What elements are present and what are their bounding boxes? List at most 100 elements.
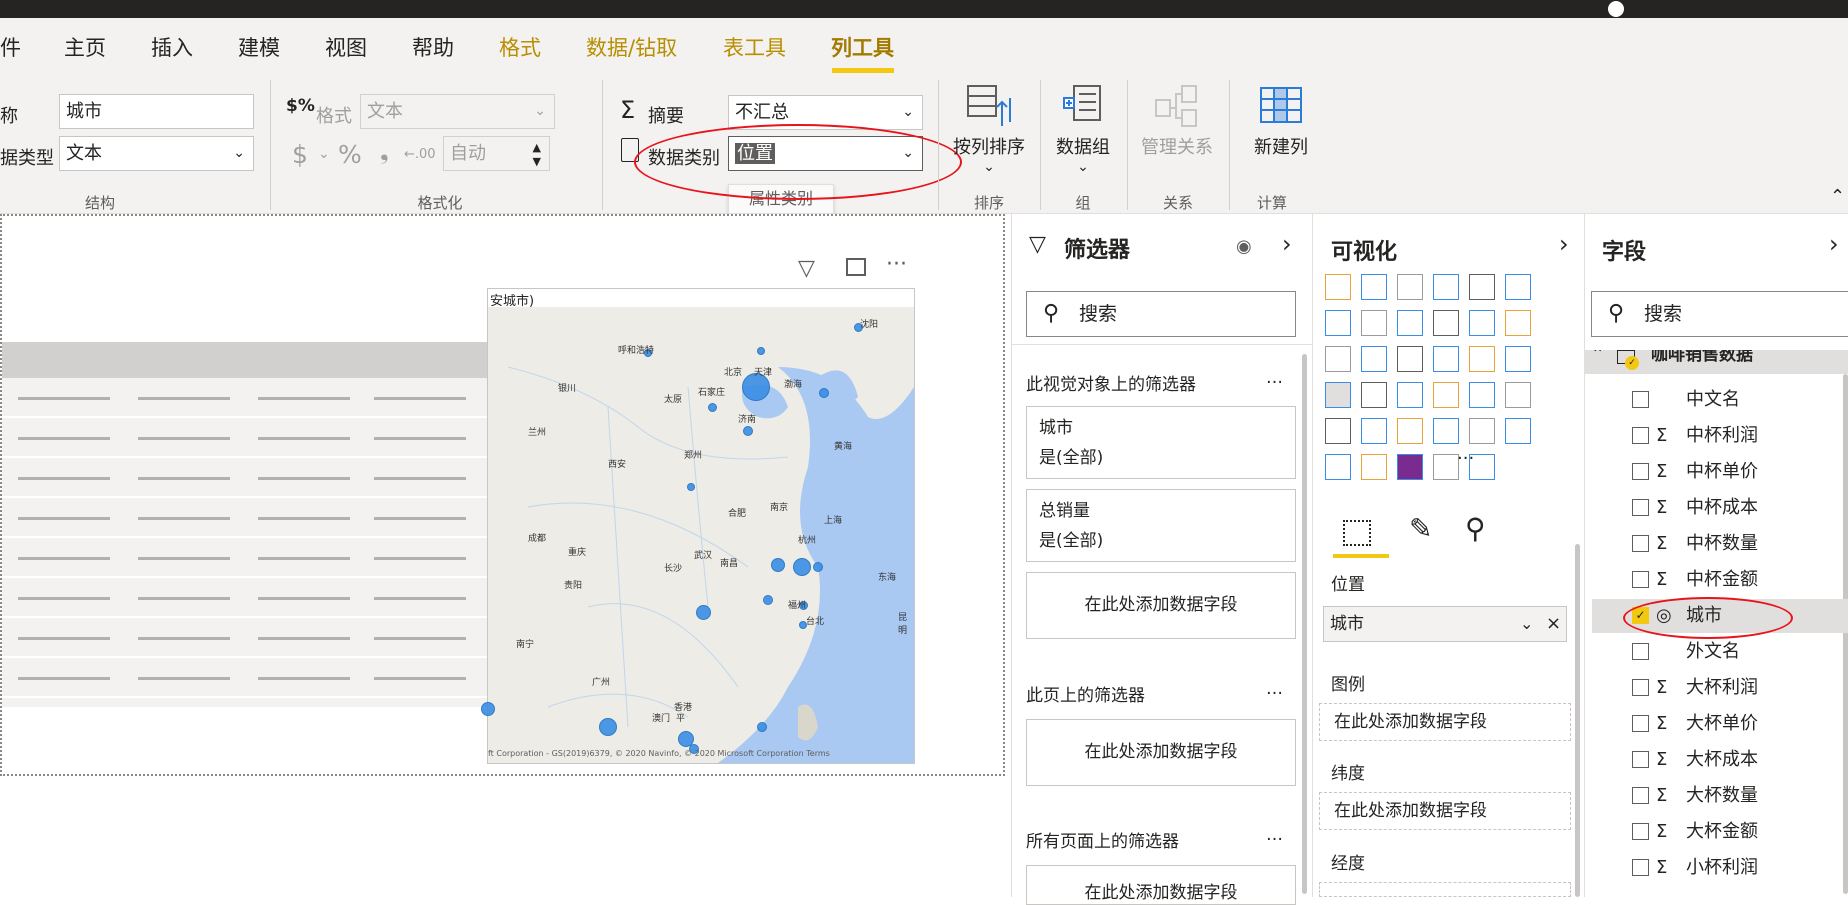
map-bubble[interactable]: [481, 702, 495, 716]
visual-type-icon[interactable]: [1325, 418, 1351, 444]
visual-type-icon[interactable]: [1397, 346, 1423, 372]
field-checkbox[interactable]: [1632, 823, 1649, 840]
field-item[interactable]: Σ 中杯数量: [1592, 527, 1848, 561]
field-checkbox[interactable]: [1632, 715, 1649, 732]
visual-type-icon[interactable]: [1361, 418, 1387, 444]
visual-type-icon[interactable]: [1397, 418, 1423, 444]
field-checkbox[interactable]: [1632, 499, 1649, 516]
field-item[interactable]: 中文名: [1592, 383, 1848, 417]
map-visual[interactable]: 安城市) 沈阳 呼和浩特 北京 天津 渤海 银川 太原 石家庄 济南 兰州 郑州 西安 黄海 合肥 南京 上海…: [481, 288, 915, 764]
location-well-field[interactable]: 城市 ⌄ ×: [1323, 606, 1567, 642]
comma-button[interactable]: ❟: [380, 140, 389, 165]
visual-type-icon[interactable]: [1433, 382, 1459, 408]
map-bubble[interactable]: [695, 604, 711, 620]
map-bubble[interactable]: [763, 595, 773, 605]
visual-type-icon[interactable]: [1361, 346, 1387, 372]
paint-roller-icon[interactable]: ✎: [1409, 512, 1432, 545]
field-item[interactable]: Σ 中杯利润: [1592, 419, 1848, 453]
visual-type-icon[interactable]: [1361, 310, 1387, 336]
visual-type-icon[interactable]: [1469, 382, 1495, 408]
visual-type-icon[interactable]: [1361, 382, 1387, 408]
visual-type-icon[interactable]: [1469, 274, 1495, 300]
column-name-input[interactable]: 城市: [59, 94, 254, 129]
tab-modeling[interactable]: 建模: [238, 32, 280, 62]
visualizations-scrollbar[interactable]: [1575, 544, 1580, 897]
filter-card-total-sales[interactable]: 总销量 是(全部): [1026, 489, 1296, 562]
legend-drop-zone[interactable]: 在此处添加数据字段: [1319, 703, 1571, 741]
percent-button[interactable]: %: [338, 140, 362, 169]
more-visuals-icon[interactable]: ···: [1457, 448, 1474, 469]
visual-type-icon[interactable]: [1469, 346, 1495, 372]
field-item[interactable]: Σ 大杯成本: [1592, 743, 1848, 777]
field-item[interactable]: Σ 中杯金额: [1592, 563, 1848, 597]
map-bubble[interactable]: [687, 483, 695, 491]
visual-type-icon[interactable]: [1397, 382, 1423, 408]
visual-type-icon[interactable]: [1325, 310, 1351, 336]
visual-filters-drop-zone[interactable]: 在此处添加数据字段: [1026, 572, 1296, 639]
field-item[interactable]: Σ 大杯数量: [1592, 779, 1848, 813]
tab-table-tools[interactable]: 表工具: [723, 32, 786, 62]
longitude-drop-zone[interactable]: [1319, 882, 1571, 897]
more-options-icon[interactable]: …: [1266, 679, 1283, 699]
tab-format[interactable]: 格式: [499, 32, 541, 62]
decimal-button[interactable]: ←.00: [404, 147, 436, 162]
map-bubble[interactable]: [771, 558, 785, 572]
close-icon[interactable]: ×: [1546, 607, 1561, 641]
visual-type-icon[interactable]: [1469, 310, 1495, 336]
map-bubble[interactable]: [757, 347, 765, 355]
collapse-ribbon-icon[interactable]: ⌃: [1830, 186, 1845, 207]
visual-type-icon[interactable]: [1433, 454, 1459, 480]
visual-type-icon[interactable]: [1505, 382, 1531, 408]
chevron-right-icon[interactable]: ›: [1559, 230, 1569, 258]
eye-icon[interactable]: ◉: [1236, 236, 1252, 257]
filter-card-city[interactable]: 城市 是(全部): [1026, 406, 1296, 479]
chevron-down-icon[interactable]: ⌄: [1520, 607, 1533, 641]
sort-by-column-button[interactable]: 按列排序 ⌄: [950, 84, 1028, 175]
field-item[interactable]: Σ 大杯单价: [1592, 707, 1848, 741]
currency-button[interactable]: $: [292, 140, 308, 169]
tab-file[interactable]: 件: [0, 32, 21, 62]
fields-well-tab-icon[interactable]: [1343, 520, 1371, 546]
all-pages-filters-drop-zone[interactable]: 在此处添加数据字段: [1026, 865, 1296, 905]
visual-type-icon[interactable]: [1325, 382, 1351, 408]
tab-home[interactable]: 主页: [64, 32, 106, 62]
visual-type-icon[interactable]: [1433, 310, 1459, 336]
field-checkbox[interactable]: [1632, 679, 1649, 696]
field-checkbox[interactable]: [1632, 751, 1649, 768]
visual-type-icon[interactable]: [1433, 418, 1459, 444]
visual-type-icon[interactable]: [1325, 346, 1351, 372]
visual-type-icon[interactable]: [1325, 454, 1351, 480]
visual-type-icon[interactable]: [1397, 454, 1423, 480]
tab-data-drill[interactable]: 数据/钻取: [586, 32, 677, 62]
filters-search-input[interactable]: ⚲ 搜索: [1026, 291, 1296, 337]
visual-type-icon[interactable]: [1397, 310, 1423, 336]
map-bubble[interactable]: [819, 388, 829, 398]
data-groups-button[interactable]: 数据组 ⌄: [1046, 84, 1120, 175]
field-item[interactable]: Σ 大杯金额: [1592, 815, 1848, 849]
visual-type-icon[interactable]: [1505, 274, 1531, 300]
focus-mode-icon[interactable]: [846, 258, 866, 276]
map-bubble[interactable]: [599, 718, 617, 736]
chevron-right-icon[interactable]: ›: [1829, 230, 1839, 258]
data-type-select[interactable]: 文本 ⌄: [59, 136, 254, 171]
latitude-drop-zone[interactable]: 在此处添加数据字段: [1319, 792, 1571, 830]
field-item[interactable]: 外文名: [1592, 635, 1848, 669]
field-checkbox[interactable]: [1632, 391, 1649, 408]
more-options-icon[interactable]: ···: [886, 252, 907, 277]
table-visual[interactable]: [2, 342, 487, 707]
visual-type-icon[interactable]: [1361, 274, 1387, 300]
page-filters-drop-zone[interactable]: 在此处添加数据字段: [1026, 719, 1296, 786]
table-node[interactable]: ⌃ ✓ 咖啡销售数据: [1585, 350, 1848, 374]
field-checkbox[interactable]: [1632, 571, 1649, 588]
visual-type-icon[interactable]: [1397, 274, 1423, 300]
visual-type-icon[interactable]: [1505, 418, 1531, 444]
visual-type-icon[interactable]: [1361, 454, 1387, 480]
more-options-icon[interactable]: …: [1266, 368, 1283, 388]
filters-scrollbar[interactable]: [1302, 354, 1307, 894]
visual-type-icon[interactable]: [1505, 310, 1531, 336]
field-checkbox[interactable]: [1632, 463, 1649, 480]
map-bubble[interactable]: [743, 426, 753, 436]
field-item[interactable]: Σ 大杯利润: [1592, 671, 1848, 705]
field-checkbox[interactable]: [1632, 787, 1649, 804]
tab-column-tools[interactable]: 列工具: [831, 32, 894, 62]
